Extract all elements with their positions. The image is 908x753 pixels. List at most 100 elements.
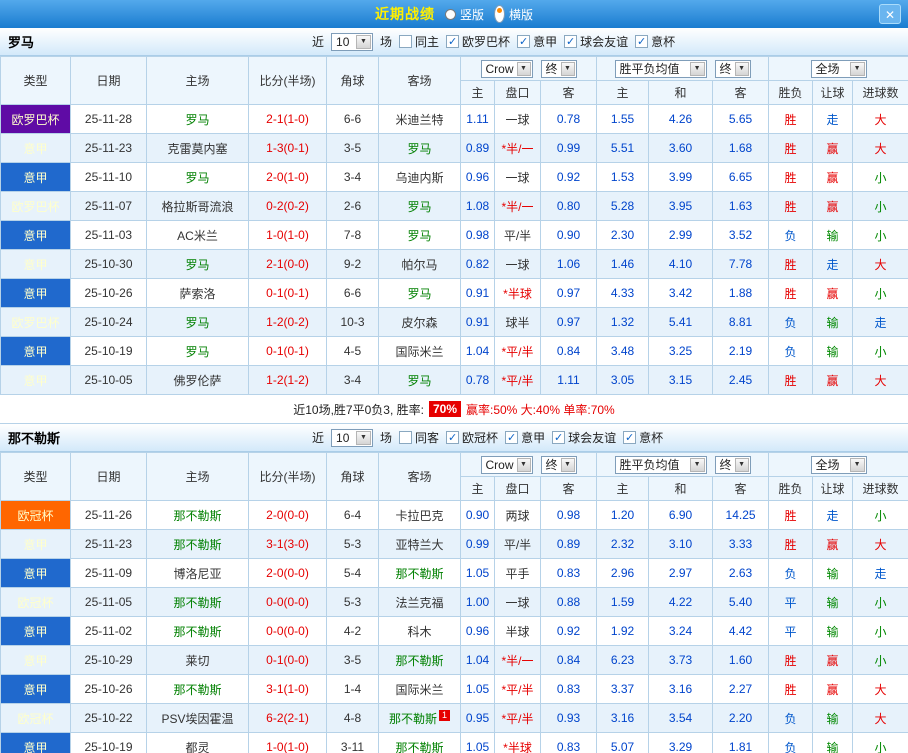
matches-table: 类型 日期 主场 比分(半场) 角球 客场 Crow ▼ 终 ▼ 胜平负均值 ▼ 终 ▼ 全场 ▼ 主盘口客主和… xyxy=(0,56,908,395)
team-section: 那不勒斯近 10 ▼ 场同客 ✓ 欧冠杯 ✓ 意甲 ✓ 球会友谊 ✓ 意杯 类型 日期 主场 比分(半场) 角球… xyxy=(0,424,908,753)
filter-checkbox[interactable]: ✓ 意甲 xyxy=(505,429,545,446)
odds-away-cell: 0.97 xyxy=(539,307,598,337)
goals-result-cell: 大 xyxy=(852,674,908,704)
odds-home-cell: 1.05 xyxy=(460,732,495,753)
filter-checkbox[interactable]: ✓ 意甲 xyxy=(517,33,557,50)
mean-draw-cell: 5.41 xyxy=(648,307,714,337)
away-team-cell: 法兰克福 xyxy=(378,587,461,617)
score-cell: 2-0(0-0) xyxy=(248,558,327,588)
match-count-select[interactable]: 10 ▼ xyxy=(331,428,374,447)
odds-source-select[interactable]: Crow ▼ xyxy=(480,455,533,474)
filter-checkbox[interactable]: 同主 xyxy=(399,33,439,50)
score-cell: 3-1(1-0) xyxy=(248,674,327,704)
column-header-date: 日期 xyxy=(70,56,147,105)
mean-home-cell: 1.20 xyxy=(596,500,650,530)
filter-checkbox[interactable]: ✓ 球会友谊 xyxy=(552,429,616,446)
odds-source-select[interactable]: Crow ▼ xyxy=(480,59,533,78)
checkbox-icon: ✓ xyxy=(623,431,637,444)
odds-final-select[interactable]: 终 ▼ xyxy=(540,59,577,78)
score-cell: 2-0(0-0) xyxy=(248,500,327,530)
result-group-header: 全场 ▼ xyxy=(768,452,908,477)
layout-radio-vertical[interactable]: 竖版 xyxy=(444,6,484,23)
near-label: 近 xyxy=(312,35,325,49)
match-row: 欧冠杯 25-10-22 PSV埃因霍温 6-2(2-1) 4-8 那不勒斯 1 0.95 *平… xyxy=(0,703,908,733)
match-count-select[interactable]: 10 ▼ xyxy=(331,32,374,51)
mean-select[interactable]: 胜平负均值 ▼ xyxy=(614,59,707,78)
handicap-cell: *平/半 xyxy=(494,365,541,395)
checkbox-label: 同主 xyxy=(415,35,440,49)
goals-result-cell: 小 xyxy=(852,191,908,221)
filter-checkbox[interactable]: ✓ 欧冠杯 xyxy=(446,429,498,446)
column-header-handicap-result: 让球 xyxy=(812,476,854,501)
handicap-cell: 平/半 xyxy=(494,529,541,559)
mean-final-select[interactable]: 终 ▼ xyxy=(714,455,751,474)
away-team-cell: 科木 xyxy=(378,616,461,646)
mean-select[interactable]: 胜平负均值 ▼ xyxy=(614,455,707,474)
column-header-type: 类型 xyxy=(0,56,71,105)
mean-group-header: 胜平负均值 ▼ 终 ▼ xyxy=(596,56,770,81)
home-team-cell: 那不勒斯 xyxy=(146,500,249,530)
handicap-result-cell: 赢 xyxy=(812,278,854,308)
mean-draw-cell: 4.22 xyxy=(648,587,714,617)
column-header-date: 日期 xyxy=(70,452,147,501)
odds-away-cell: 0.84 xyxy=(539,645,598,675)
handicap-cell: 平/半 xyxy=(494,220,541,250)
column-header-handicap-result: 让球 xyxy=(812,80,854,105)
corner-cell: 10-3 xyxy=(326,307,379,337)
odds-home-cell: 1.05 xyxy=(460,674,495,704)
handicap-cell: 球半 xyxy=(494,307,541,337)
mean-draw-cell: 3.42 xyxy=(648,278,714,308)
corner-cell: 3-11 xyxy=(326,732,379,753)
scope-select[interactable]: 全场 ▼ xyxy=(810,59,867,78)
checkbox-icon: ✓ xyxy=(446,35,460,48)
corner-cell: 5-3 xyxy=(326,587,379,617)
mean-final-select[interactable]: 终 ▼ xyxy=(714,59,751,78)
layout-radio-horizontal[interactable]: 横版 xyxy=(494,5,533,23)
away-team-cell: 那不勒斯 xyxy=(378,558,461,588)
league-cell: 意甲 xyxy=(0,162,71,192)
close-icon[interactable]: ✕ xyxy=(879,4,901,24)
home-team-cell: 萨索洛 xyxy=(146,278,249,308)
mean-home-cell: 1.46 xyxy=(596,249,650,279)
league-cell: 意甲 xyxy=(0,336,71,366)
result-cell: 平 xyxy=(768,616,814,646)
date-cell: 25-11-07 xyxy=(70,191,147,221)
filter-checkbox[interactable]: ✓ 球会友谊 xyxy=(564,33,628,50)
score-cell: 1-2(1-2) xyxy=(248,365,327,395)
checkbox-label: 欧罗巴杯 xyxy=(462,35,511,49)
date-cell: 25-11-23 xyxy=(70,133,147,163)
league-cell: 欧罗巴杯 xyxy=(0,191,71,221)
mean-draw-cell: 3.16 xyxy=(648,674,714,704)
column-header-away: 客场 xyxy=(378,452,461,501)
section-header-bar: 罗马近 10 ▼ 场同主 ✓ 欧罗巴杯 ✓ 意甲 ✓ 球会友谊 ✓ 意杯 xyxy=(0,28,908,56)
column-header-goals: 进球数 xyxy=(852,80,908,105)
filter-checkbox[interactable]: ✓ 意杯 xyxy=(635,33,675,50)
date-cell: 25-10-30 xyxy=(70,249,147,279)
selected-option: 10 xyxy=(336,34,350,49)
mean-home-cell: 3.05 xyxy=(596,365,650,395)
handicap-cell: 一球 xyxy=(494,249,541,279)
score-cell: 1-0(1-0) xyxy=(248,220,327,250)
dropdown-arrow-icon: ▼ xyxy=(849,457,865,472)
filter-checkbox[interactable]: ✓ 意杯 xyxy=(623,429,663,446)
match-filters: 近 10 ▼ 场同主 ✓ 欧罗巴杯 ✓ 意甲 ✓ 球会友谊 ✓ 意杯 xyxy=(312,32,675,51)
league-cell: 欧冠杯 xyxy=(0,587,71,617)
mean-home-cell: 1.55 xyxy=(596,104,650,134)
column-header-mean-draw: 和 xyxy=(648,476,714,501)
league-cell: 意甲 xyxy=(0,220,71,250)
handicap-cell: *平/半 xyxy=(494,703,541,733)
home-team-cell: 罗马 xyxy=(146,162,249,192)
match-row: 欧罗巴杯 25-11-28 罗马 2-1(1-0) 6-6 米迪兰特 1.11 一球 0.78 1… xyxy=(0,104,908,134)
odds-final-select[interactable]: 终 ▼ xyxy=(540,455,577,474)
home-team-cell: 那不勒斯 xyxy=(146,616,249,646)
corner-cell: 3-5 xyxy=(326,645,379,675)
filter-checkbox[interactable]: ✓ 欧罗巴杯 xyxy=(446,33,510,50)
odds-group-header: Crow ▼ 终 ▼ xyxy=(459,56,598,81)
date-cell: 25-10-24 xyxy=(70,307,147,337)
column-header-result: 胜负 xyxy=(768,80,814,105)
scope-select[interactable]: 全场 ▼ xyxy=(810,455,867,474)
checkbox-icon: ✓ xyxy=(517,35,531,48)
filter-checkbox[interactable]: 同客 xyxy=(399,429,439,446)
mean-away-cell: 4.42 xyxy=(712,616,770,646)
odds-away-cell: 0.97 xyxy=(539,278,598,308)
